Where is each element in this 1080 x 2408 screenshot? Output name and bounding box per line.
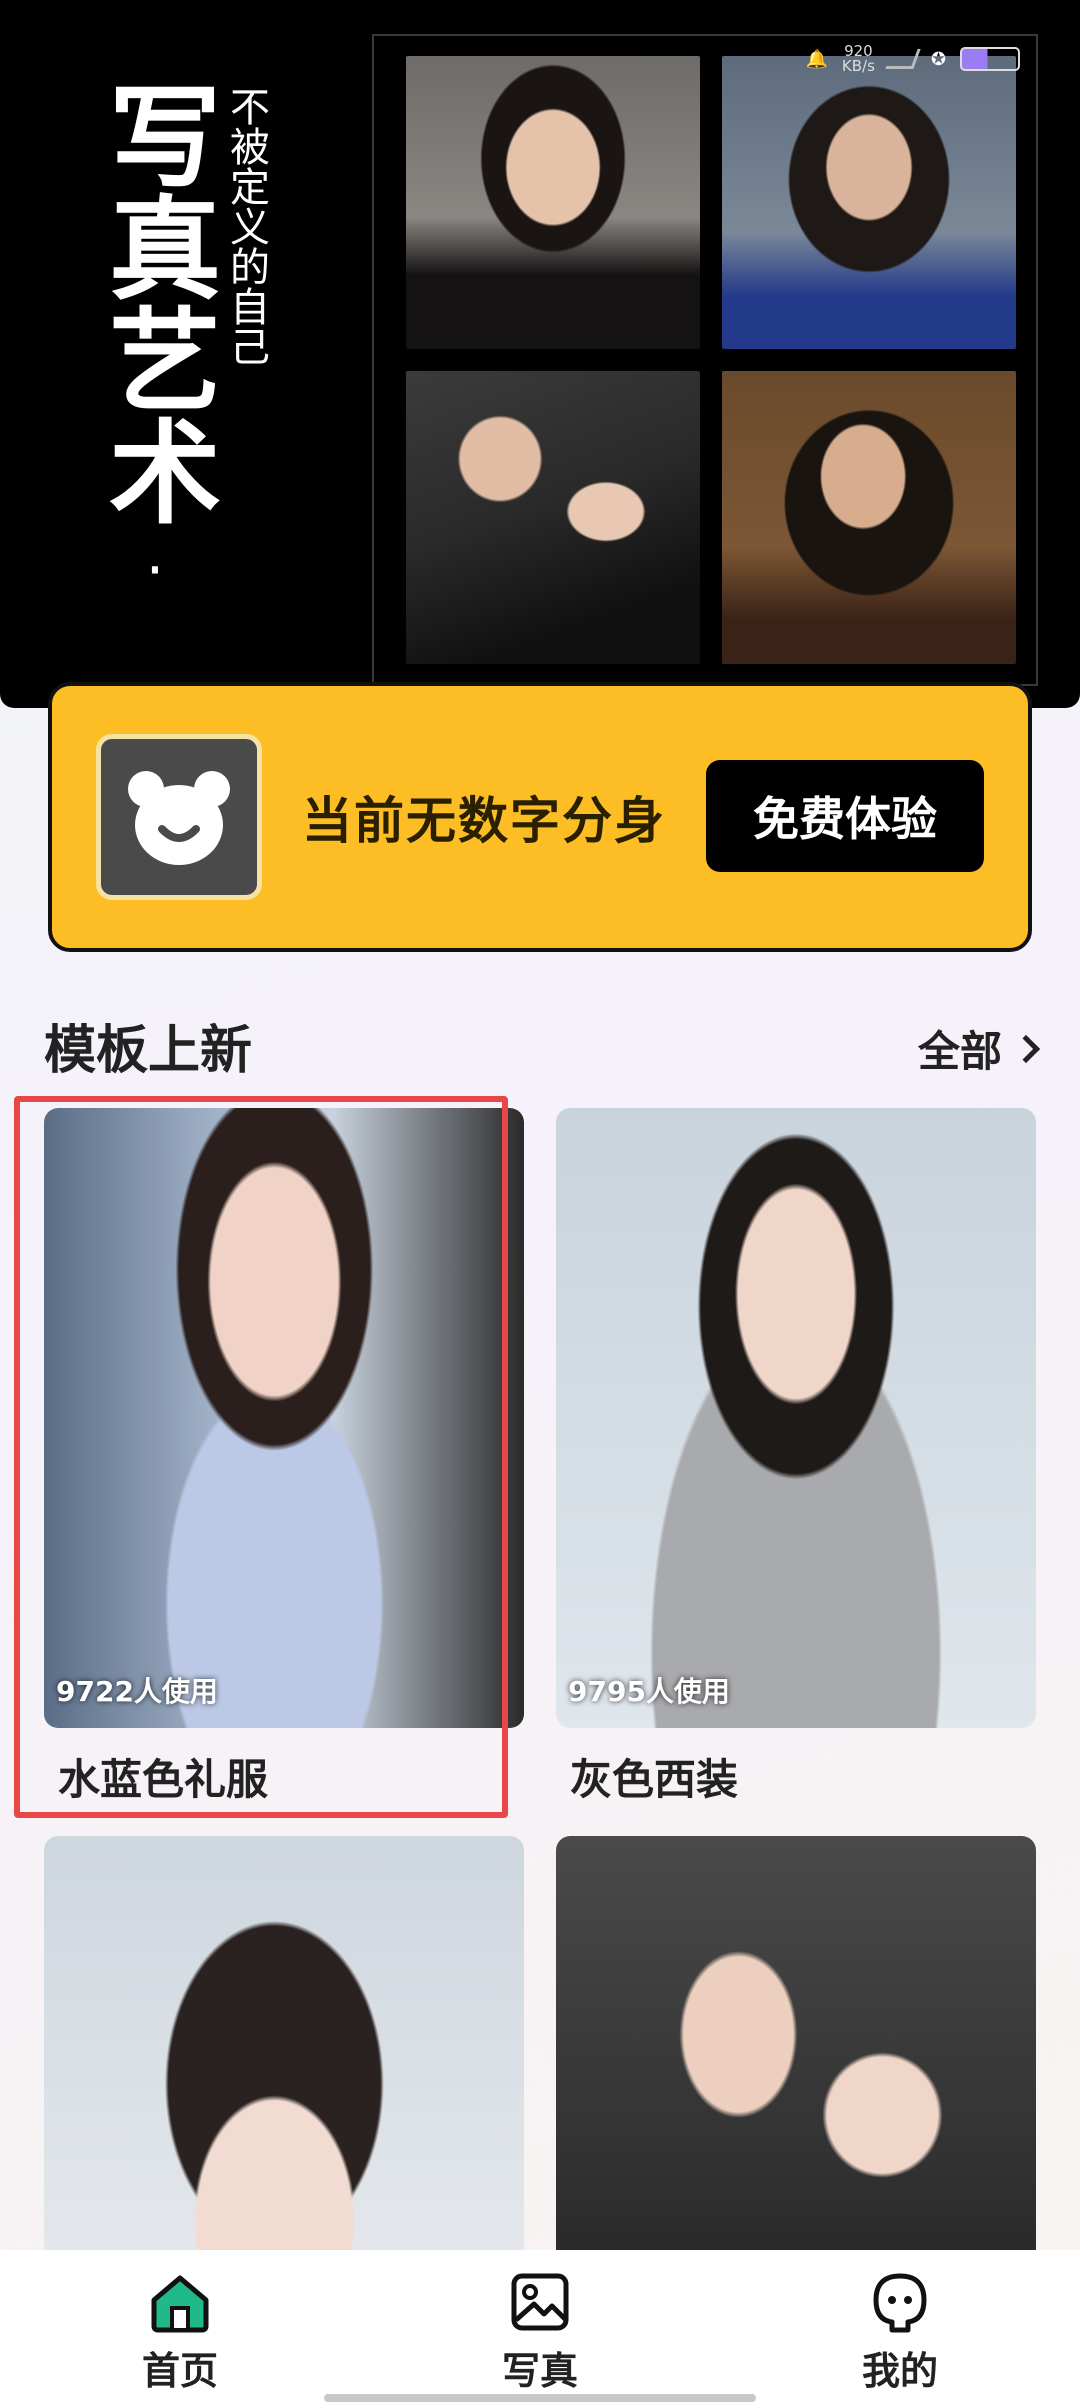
- banner-photo-black-turtleneck: [406, 56, 700, 349]
- wifi-icon: [885, 49, 921, 69]
- avatar-status-text: 当前无数字分身: [302, 792, 666, 850]
- free-trial-button[interactable]: 免费体验: [706, 760, 984, 872]
- network-speed: 920 KB/s: [841, 42, 875, 75]
- banner-dot: ·: [145, 536, 165, 604]
- home-indicator[interactable]: [324, 2394, 756, 2402]
- banner-photo-couple: [406, 371, 700, 664]
- banner-title-block: 写真艺术 ·: [90, 78, 221, 604]
- hero-banner[interactable]: 写真艺术 · 不被定义的自己 🔔 920 KB/s ✪: [0, 0, 1080, 708]
- home-icon: [151, 2275, 209, 2333]
- chevron-right-icon: [1011, 1034, 1041, 1063]
- tab-label: 首页: [141, 2349, 218, 2393]
- view-all-label: 全部: [917, 1027, 1002, 1076]
- bottom-tab-bar: 首页 写真 我的: [0, 2250, 1080, 2408]
- banner-photo-wavy-hair: [722, 371, 1016, 664]
- banner-photo-grid: [372, 34, 1038, 686]
- avatar: [96, 734, 262, 900]
- tab-label: 我的: [861, 2349, 938, 2393]
- tab-home[interactable]: 首页: [80, 2270, 280, 2395]
- view-all-link[interactable]: 全部: [917, 1018, 1041, 1079]
- template-name: 灰色西装: [570, 1755, 739, 1804]
- section-title: 模板上新: [44, 1021, 253, 1081]
- banner-subtitle: 不被定义的自己: [223, 86, 269, 366]
- template-card[interactable]: 9722人使用 水蓝色礼服: [44, 1108, 524, 1807]
- image-icon: [511, 2273, 569, 2331]
- banner-photo-blue-sweater: [722, 56, 1016, 349]
- battery-icon: [960, 47, 1020, 71]
- template-image: 9722人使用: [44, 1108, 524, 1728]
- template-name: 水蓝色礼服: [58, 1755, 269, 1804]
- digital-avatar-card[interactable]: 当前无数字分身 免费体验: [48, 682, 1032, 952]
- banner-title: 写真艺术: [90, 78, 221, 526]
- bear-icon: [128, 771, 230, 865]
- template-image: 9795人使用: [556, 1108, 1036, 1728]
- tab-label: 写真: [501, 2349, 578, 2393]
- profile-icon: [873, 2273, 927, 2333]
- bell-icon: 🔔: [805, 48, 828, 70]
- tab-profile[interactable]: 我的: [800, 2270, 1000, 2395]
- status-bar: 🔔 920 KB/s ✪: [805, 44, 1020, 74]
- tab-photos[interactable]: 写真: [440, 2270, 640, 2395]
- signal-icon: ✪: [930, 48, 946, 70]
- usage-count: 9795人使用: [568, 1675, 730, 1708]
- usage-count: 9722人使用: [56, 1675, 218, 1708]
- template-card[interactable]: 9795人使用 灰色西装: [556, 1108, 1036, 1807]
